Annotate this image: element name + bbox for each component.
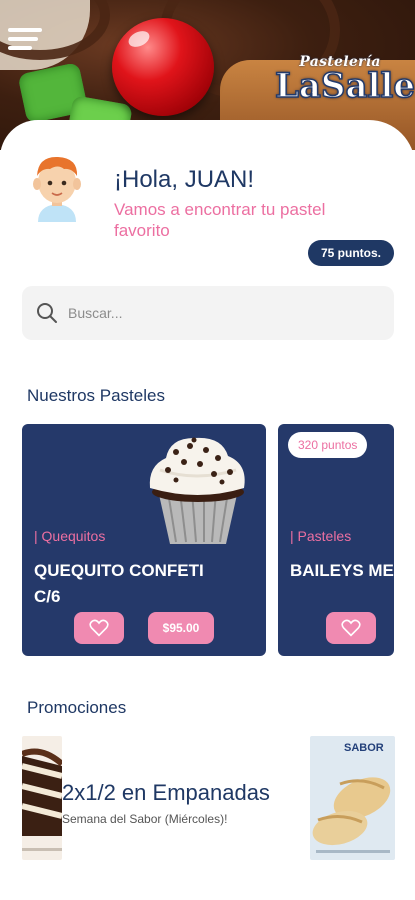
section-title-cakes: Nuestros Pasteles (27, 386, 165, 405)
product-category: | Quequitos (34, 528, 106, 544)
brand-logo: Pastelería LaSalle (274, 54, 415, 106)
points-badge[interactable]: 75 puntos. (308, 240, 394, 266)
heart-icon (89, 619, 109, 637)
cupcake-image (149, 437, 245, 544)
avatar (33, 156, 81, 222)
search-bar[interactable] (22, 286, 394, 340)
greeting-title: ¡Hola, JUAN! (114, 166, 255, 193)
greeting-subtitle: Vamos a encontrar tu pastel favorito (114, 200, 326, 240)
search-input[interactable] (68, 305, 368, 321)
promo-image-cake (22, 736, 62, 860)
price-button[interactable]: $95.00 (148, 612, 214, 644)
section-title-promotions: Promociones (27, 698, 127, 717)
product-category: | Pasteles (290, 528, 352, 544)
promotion-carousel[interactable]: 2x1/2 en Empanadas Semana del Sabor (Mié… (0, 734, 415, 862)
promo-subtitle: Semana del Sabor (Miércoles)! (62, 812, 228, 826)
search-icon (37, 303, 57, 323)
heart-icon (341, 619, 361, 637)
promo-image-empanadas: SABOR (310, 736, 395, 860)
product-name: BAILEYS ME (290, 561, 394, 580)
hamburger-menu-icon[interactable] (8, 28, 44, 54)
product-card[interactable]: 320 puntos | Pasteles BAILEYS ME (278, 424, 394, 656)
product-card[interactable]: | Quequitos QUEQUITO CONFETI C/6 $95.00 (22, 424, 266, 656)
points-required-badge: 320 puntos (288, 432, 368, 458)
favorite-button[interactable] (74, 612, 124, 644)
product-name: QUEQUITO CONFETI C/6 (34, 561, 204, 606)
favorite-button[interactable] (326, 612, 376, 644)
promo-title: 2x1/2 en Empanadas (62, 780, 270, 805)
